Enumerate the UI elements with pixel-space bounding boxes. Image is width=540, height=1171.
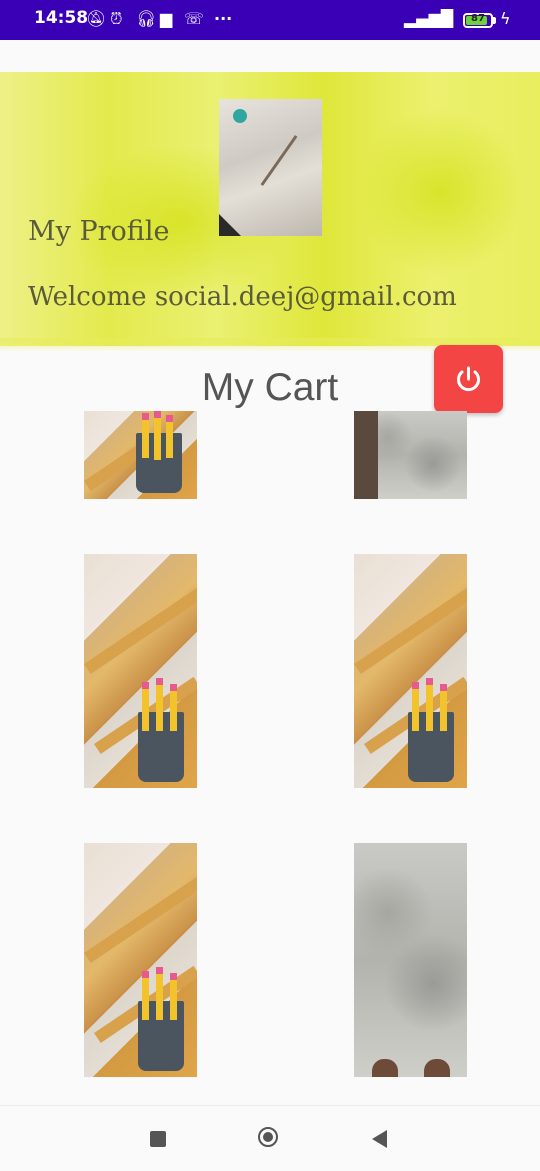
avatar-photo-detail <box>260 135 298 186</box>
square-icon[interactable] <box>150 1131 166 1147</box>
alarm-icon: ⏰︎ <box>110 9 123 28</box>
message-icon: ▆ <box>160 9 173 28</box>
more-dots-icon: ··· <box>214 9 233 28</box>
missed-call-icon: ☏ <box>184 9 205 28</box>
power-icon <box>457 366 480 392</box>
charging-icon: ϟ <box>500 9 511 28</box>
cart-item-image[interactable] <box>354 843 467 1077</box>
cart-item-image[interactable] <box>354 554 467 788</box>
mute-icon: 🔕︎ <box>86 9 107 28</box>
logout-button[interactable] <box>434 345 503 413</box>
avatar-photo-detail <box>233 109 247 123</box>
cart-item-image[interactable] <box>84 843 197 1077</box>
wifi-icon: ◠ <box>436 9 450 28</box>
welcome-text: Welcome social.deej@gmail.com <box>28 282 457 312</box>
profile-label: My Profile <box>28 216 170 247</box>
cart-item-image[interactable] <box>84 554 197 788</box>
avatar-photo-detail <box>219 214 241 236</box>
profile-header: My Profile Welcome social.deej@gmail.com <box>0 72 540 352</box>
system-nav-bar <box>0 1105 540 1171</box>
battery-icon: 87 <box>463 13 493 28</box>
circle-icon[interactable] <box>258 1127 278 1147</box>
clock: 14:58 <box>34 8 89 28</box>
battery-percent: 87 <box>471 13 485 24</box>
status-bar: 14:58 🔕︎ ⏰︎ 🎧︎ ▆ ☏ ··· ▂▄▆█ ◠ 87 ϟ <box>0 0 540 40</box>
cart-item-image[interactable] <box>84 411 197 499</box>
cart-item-image[interactable] <box>354 411 467 499</box>
profile-avatar[interactable] <box>219 99 322 236</box>
headset-icon: 🎧︎ <box>136 9 157 28</box>
triangle-back-icon[interactable] <box>372 1130 387 1148</box>
battery-tip <box>493 17 496 24</box>
